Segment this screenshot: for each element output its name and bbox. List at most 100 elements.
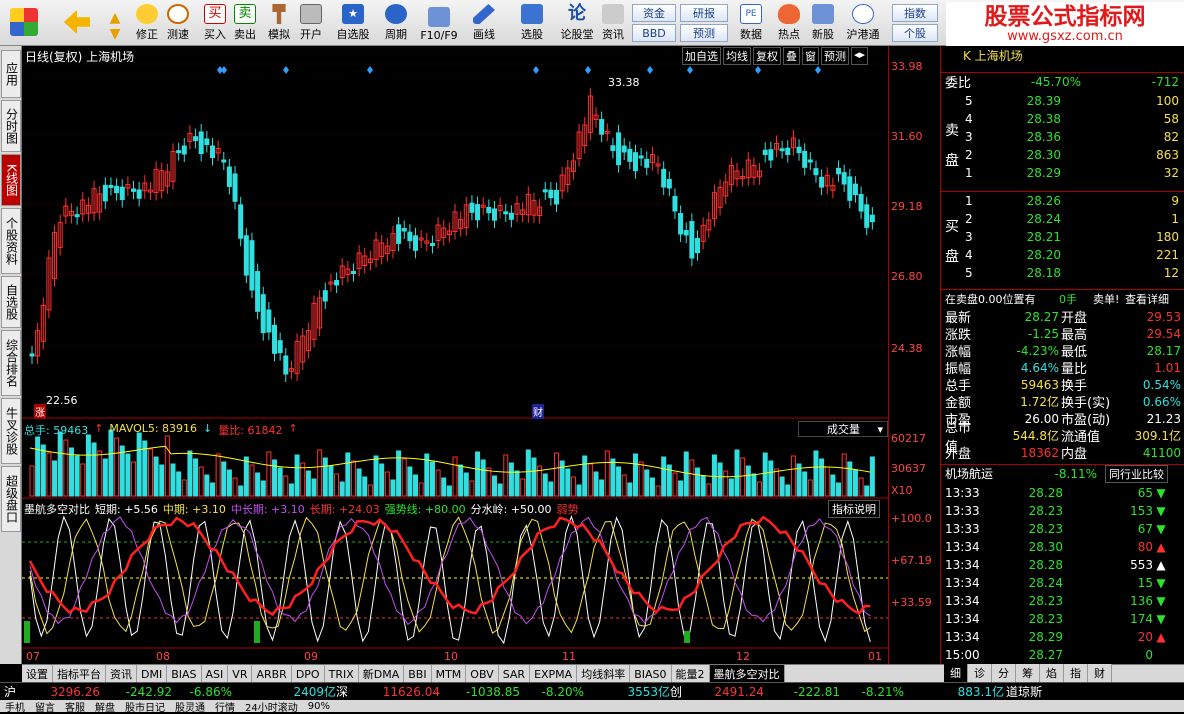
f10-button[interactable]: F10/F9 bbox=[418, 2, 460, 44]
tick-row[interactable]: 13:34 28.28 553 ▲ bbox=[941, 556, 1184, 574]
sector-compare-button[interactable]: 同行业比较 bbox=[1105, 464, 1168, 483]
tick-row[interactable]: 13:34 28.23 174 ▼ bbox=[941, 610, 1184, 628]
tab-ranking[interactable]: 综合排名 bbox=[1, 330, 21, 396]
sell-button[interactable]: 卖卖出 bbox=[231, 2, 259, 44]
function-item[interactable]: 留言 bbox=[30, 699, 60, 714]
simulate-button[interactable]: 模拟 bbox=[264, 2, 294, 44]
ipo-button[interactable]: 新股 bbox=[806, 2, 840, 44]
tab-level2[interactable]: 超级盘口 bbox=[1, 466, 21, 532]
window-button[interactable]: 窗 bbox=[802, 47, 819, 65]
forum-button[interactable]: 论论股堂 bbox=[557, 2, 597, 44]
app-logo[interactable] bbox=[4, 2, 44, 44]
data-button[interactable]: PE 数据 bbox=[734, 2, 768, 44]
function-item[interactable]: 行情 bbox=[210, 699, 240, 714]
indicator-tab[interactable]: DMI bbox=[137, 665, 168, 683]
forecast-button[interactable]: 预测 bbox=[680, 24, 728, 42]
quote-sub-tab[interactable]: 分 bbox=[992, 664, 1016, 682]
tab-diagnosis[interactable]: 牛叉诊股 bbox=[1, 398, 21, 464]
period-button[interactable]: 周期 bbox=[378, 2, 414, 44]
bbd-button[interactable]: BBD bbox=[632, 24, 676, 42]
funds-button[interactable]: 资金 bbox=[632, 4, 676, 22]
indicator-tab[interactable]: ASI bbox=[202, 665, 229, 683]
sell-level-row[interactable]: 4 28.38 58 bbox=[941, 110, 1184, 128]
predict-button[interactable]: 预测 bbox=[821, 47, 849, 65]
tab-watchlist[interactable]: 自选股 bbox=[1, 276, 21, 328]
tick-row[interactable]: 13:34 28.30 80 ▲ bbox=[941, 538, 1184, 556]
tab-intraday[interactable]: 分时图 bbox=[1, 100, 21, 152]
indicator-tab[interactable]: 指标平台 bbox=[53, 665, 106, 683]
function-item[interactable]: 股市日记 bbox=[120, 699, 170, 714]
function-item[interactable]: 24小时滚动 bbox=[240, 699, 303, 714]
sell-level-row[interactable]: 3 28.36 82 bbox=[941, 128, 1184, 146]
indicator-tab[interactable]: BBI bbox=[404, 665, 432, 683]
index-button[interactable]: 指数 bbox=[892, 4, 938, 22]
up-down-button[interactable]: ▲ ▼ bbox=[104, 2, 126, 44]
sell-level-row[interactable]: 2 28.30 863 bbox=[941, 146, 1184, 164]
kline-chart-area[interactable]: 日线(复权) 上海机场 加自选 均线 复权 叠 窗 预测 ◂▸ 33.38 22… bbox=[22, 46, 888, 664]
tick-row[interactable]: 13:34 28.24 15 ▼ bbox=[941, 574, 1184, 592]
quote-sub-tab[interactable]: 财 bbox=[1088, 664, 1112, 682]
indicator-tab[interactable]: 设置 bbox=[22, 665, 53, 683]
indicator-tab[interactable]: 新DMA bbox=[359, 665, 405, 683]
indicator-tab[interactable]: BIAS0 bbox=[630, 665, 672, 683]
indicator-tab[interactable]: 墨航多空对比 bbox=[709, 665, 785, 683]
indicator-tab[interactable]: ARBR bbox=[252, 665, 292, 683]
buy-button[interactable]: 买买入 bbox=[201, 2, 229, 44]
indicator-tab[interactable]: BIAS bbox=[167, 665, 202, 683]
ma-button[interactable]: 均线 bbox=[723, 47, 751, 65]
back-button[interactable] bbox=[62, 2, 92, 44]
watchlist-button[interactable]: ★ 自选股 bbox=[333, 2, 373, 44]
indicator-tab[interactable]: OBV bbox=[466, 665, 499, 683]
quote-sub-tab[interactable]: 诊 bbox=[968, 664, 992, 682]
tab-kline[interactable]: K线图 bbox=[1, 154, 21, 206]
buy-level-row[interactable]: 5 28.18 12 bbox=[941, 264, 1184, 282]
news-button[interactable]: 资讯 bbox=[598, 2, 628, 44]
sell-level-row[interactable]: 1 28.29 32 bbox=[941, 164, 1184, 182]
stock-select-button[interactable]: 选股 bbox=[512, 2, 552, 44]
function-item[interactable]: 手机 bbox=[0, 699, 30, 714]
draw-line-button[interactable]: 画线 bbox=[466, 2, 502, 44]
quote-sub-tab[interactable]: 筹 bbox=[1016, 664, 1040, 682]
indicator-tab[interactable]: SAR bbox=[499, 665, 531, 683]
buy-level-row[interactable]: 2 28.24 1 bbox=[941, 210, 1184, 228]
indicator-tab[interactable]: MTM bbox=[432, 665, 467, 683]
buy-level-row[interactable]: 1 28.26 9 bbox=[941, 192, 1184, 210]
buy-level-row[interactable]: 4 28.20 221 bbox=[941, 246, 1184, 264]
tick-row[interactable]: 13:34 28.23 136 ▼ bbox=[941, 592, 1184, 610]
tick-row[interactable]: 15:00 28.27 0 bbox=[941, 646, 1184, 664]
volume-indicator-select[interactable]: 成交量 ▾ bbox=[798, 421, 888, 437]
function-item[interactable]: 90% bbox=[303, 701, 335, 712]
indicator-tab[interactable]: 能量2 bbox=[672, 665, 710, 683]
open-account-button[interactable]: 开户 bbox=[296, 2, 326, 44]
indicator-help-button[interactable]: 指标说明 bbox=[828, 500, 880, 518]
function-item[interactable]: 股灵通 bbox=[170, 699, 210, 714]
indicator-tab[interactable]: DPO bbox=[292, 665, 325, 683]
buy-level-row[interactable]: 3 28.21 180 bbox=[941, 228, 1184, 246]
kline-svg[interactable] bbox=[22, 46, 888, 664]
indicator-tab[interactable]: VR bbox=[228, 665, 253, 683]
quote-sub-tab[interactable]: 指 bbox=[1064, 664, 1088, 682]
tick-row[interactable]: 13:33 28.23 153 ▼ bbox=[941, 502, 1184, 520]
notice-row[interactable]: 在卖盘0.00位置有 0手 卖单! 查看详细 bbox=[941, 289, 1184, 307]
add-watch-button[interactable]: 加自选 bbox=[682, 47, 721, 65]
sell-level-row[interactable]: 5 28.39 100 bbox=[941, 92, 1184, 110]
function-item[interactable]: 客服 bbox=[60, 699, 90, 714]
indicator-tab[interactable]: EXPMA bbox=[530, 665, 578, 683]
quote-sub-tab[interactable]: 焰 bbox=[1040, 664, 1064, 682]
fix-button[interactable]: 修正 bbox=[132, 2, 162, 44]
hotspot-button[interactable]: 热点 bbox=[772, 2, 806, 44]
stock-button[interactable]: 个股 bbox=[892, 24, 938, 42]
notice-d[interactable]: 查看详细 bbox=[1125, 291, 1181, 307]
tick-row[interactable]: 13:33 28.23 67 ▼ bbox=[941, 520, 1184, 538]
tick-row[interactable]: 13:33 28.28 65 ▼ bbox=[941, 484, 1184, 502]
speed-test-button[interactable]: 测速 bbox=[163, 2, 193, 44]
research-button[interactable]: 研报 bbox=[680, 4, 728, 22]
overlay-button[interactable]: 叠 bbox=[783, 47, 800, 65]
indicator-tab[interactable]: 均线斜率 bbox=[577, 665, 631, 683]
quote-sub-tab[interactable]: 细 bbox=[944, 664, 968, 682]
tab-apps[interactable]: 应用 bbox=[1, 50, 21, 98]
tick-row[interactable]: 13:34 28.29 20 ▲ bbox=[941, 628, 1184, 646]
indicator-tab[interactable]: TRIX bbox=[325, 665, 359, 683]
hk-connect-button[interactable]: 沪港通 bbox=[842, 2, 884, 44]
tab-profile[interactable]: 个股资料 bbox=[1, 208, 21, 274]
